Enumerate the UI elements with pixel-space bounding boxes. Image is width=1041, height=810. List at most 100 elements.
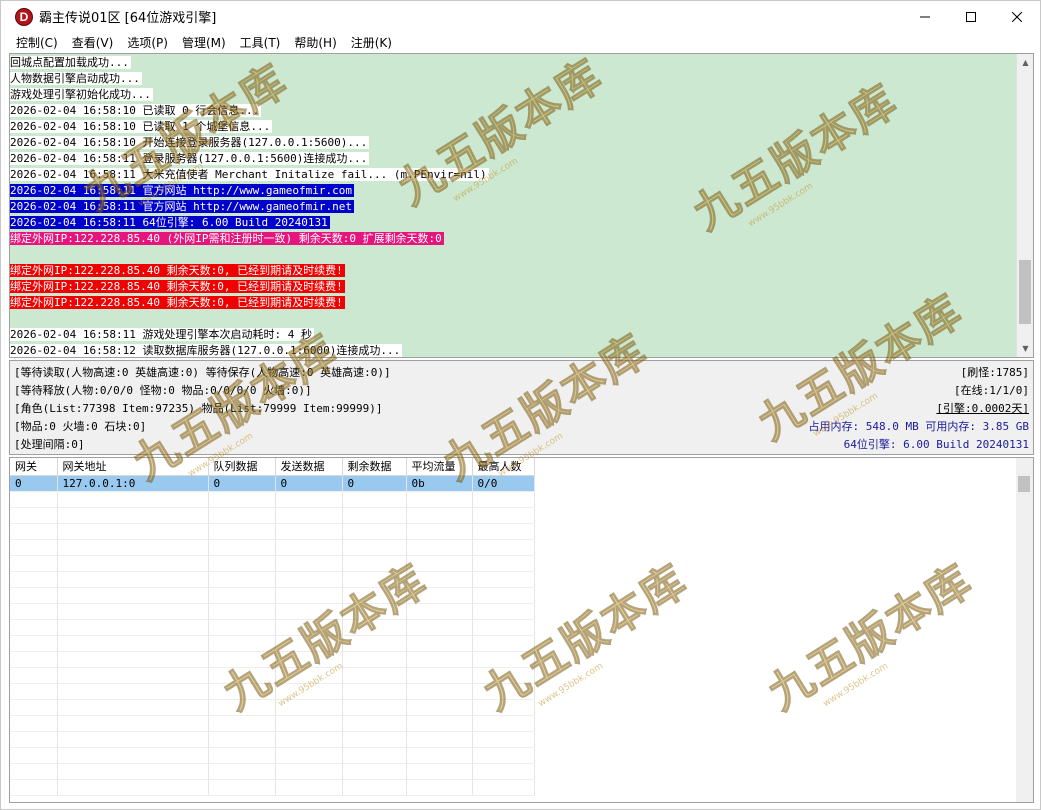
log-line: 2026-02-04 16:58:12 读取数据库服务器(127.0.0.1:6… [10, 343, 1016, 357]
empty-cell [342, 763, 407, 780]
log-line-text: 2026-02-04 16:58:11 官方网站 http://www.game… [10, 200, 355, 213]
table-scrollbar[interactable] [1016, 458, 1033, 802]
menu-tools[interactable]: 工具(T) [233, 34, 288, 51]
empty-row [10, 619, 535, 636]
empty-cell [342, 523, 407, 540]
empty-cell [342, 683, 407, 700]
empty-cell [10, 779, 58, 796]
empty-cell [275, 539, 343, 556]
empty-cell [57, 683, 209, 700]
empty-row [10, 731, 535, 748]
column-header[interactable]: 最高人数 [472, 458, 535, 476]
menu-control[interactable]: 控制(C) [9, 34, 65, 51]
empty-cell [57, 507, 209, 524]
scroll-up-icon[interactable]: ▲ [1017, 54, 1033, 71]
status-objects: [角色(List:77398 Item:97235) 物品(List:79999… [14, 402, 383, 415]
table-cell: 0/0 [472, 475, 535, 492]
log-panel[interactable]: 回城点配置加载成功... 人物数据引擎启动成功... 游戏处理引擎初始化成功... 2… [9, 53, 1034, 358]
app-icon[interactable]: D [15, 7, 33, 26]
empty-cell [472, 571, 535, 588]
empty-cell [10, 555, 58, 572]
maximize-button[interactable] [948, 1, 994, 32]
empty-cell [342, 651, 407, 668]
empty-cell [57, 715, 209, 732]
log-line: 绑定外网IP:122.228.85.40 剩余天数:0, 已经到期请及时续费! [10, 263, 1016, 279]
empty-cell [208, 491, 276, 508]
log-scroll-thumb[interactable] [1019, 260, 1031, 324]
table-scroll-thumb[interactable] [1018, 476, 1030, 492]
log-line-text: 2026-02-04 16:58:10 已读取 0 行会信息... [10, 104, 262, 117]
empty-row [10, 683, 535, 700]
empty-cell [406, 683, 473, 700]
column-header[interactable]: 网关 [10, 458, 58, 476]
empty-cell [57, 555, 209, 572]
menu-help[interactable]: 帮助(H) [287, 34, 343, 51]
log-line: 2026-02-04 16:58:11 大米充值使者 Merchant Init… [10, 167, 1016, 183]
log-line-text: 2026-02-04 16:58:11 64位引擎: 6.00 Build 20… [10, 216, 330, 229]
log-line: 2026-02-04 16:58:11 64位引擎: 6.00 Build 20… [10, 215, 1016, 231]
empty-cell [10, 763, 58, 780]
empty-cell [406, 619, 473, 636]
empty-cell [342, 747, 407, 764]
empty-cell [57, 523, 209, 540]
menu-register[interactable]: 注册(K) [344, 34, 399, 51]
log-line: 2026-02-04 16:58:11 官方网站 http://www.game… [10, 183, 1016, 199]
empty-cell [10, 683, 58, 700]
column-header[interactable]: 发送数据 [275, 458, 343, 476]
empty-cell [342, 667, 407, 684]
empty-cell [275, 763, 343, 780]
table-row[interactable]: 0 127.0.0.1:0 0 0 0 0b 0/0 [10, 475, 535, 492]
log-line: 回城点配置加载成功... [10, 55, 1016, 71]
empty-cell [57, 587, 209, 604]
menu-options[interactable]: 选项(P) [120, 34, 175, 51]
menu-view[interactable]: 查看(V) [65, 34, 121, 51]
empty-cell [10, 715, 58, 732]
empty-cell [10, 635, 58, 652]
column-header[interactable]: 队列数据 [208, 458, 276, 476]
empty-cell [275, 571, 343, 588]
empty-cell [10, 507, 58, 524]
log-line: 2026-02-04 16:58:11 游戏处理引擎本次启动耗时: 4 秒 [10, 327, 1016, 343]
empty-cell [472, 683, 535, 700]
status-items: [物品:0 火墙:0 石块:0] [14, 420, 147, 433]
minimize-button[interactable] [902, 1, 948, 32]
log-line [10, 247, 1016, 263]
column-header[interactable]: 网关地址 [57, 458, 209, 476]
close-button[interactable] [994, 1, 1040, 32]
empty-cell [208, 587, 276, 604]
status-online: [在线:1/1/0] [954, 384, 1029, 397]
empty-row [10, 667, 535, 684]
log-line: 游戏处理引擎初始化成功... [10, 87, 1016, 103]
empty-row [10, 779, 535, 796]
empty-cell [275, 731, 343, 748]
empty-cell [208, 747, 276, 764]
window-title: 霸主传说01区 [64位游戏引擎] [39, 11, 217, 26]
table-cell: 0 [275, 475, 343, 492]
empty-cell [275, 667, 343, 684]
empty-cell [275, 715, 343, 732]
empty-cell [406, 555, 473, 572]
status-right: [刷怪:1785] [在线:1/1/0] [引擎:0.0002天] 占用内存: … [809, 364, 1029, 454]
empty-row [10, 571, 535, 588]
column-header[interactable]: 平均流量 [406, 458, 473, 476]
empty-row [10, 587, 535, 604]
empty-cell [472, 491, 535, 508]
empty-cell [208, 571, 276, 588]
scroll-down-icon[interactable]: ▼ [1017, 340, 1033, 357]
log-lines: 回城点配置加载成功... 人物数据引擎启动成功... 游戏处理引擎初始化成功... 2… [10, 55, 1016, 357]
log-line-text: 2026-02-04 16:58:11 登录服务器(127.0.0.1:5600… [10, 152, 370, 165]
status-left: [等待读取(人物高速:0 英雄高速:0) 等待保存(人物高速:0 英雄高速:0)… [14, 364, 391, 454]
log-scrollbar[interactable]: ▲ ▼ [1016, 54, 1033, 357]
empty-cell [275, 603, 343, 620]
empty-cell [10, 619, 58, 636]
status-version: 64位引擎: 6.00 Build 20240131 [843, 438, 1029, 451]
menu-manage[interactable]: 管理(M) [175, 34, 233, 51]
empty-cell [57, 731, 209, 748]
empty-cell [406, 699, 473, 716]
status-panel: [等待读取(人物高速:0 英雄高速:0) 等待保存(人物高速:0 英雄高速:0)… [9, 360, 1034, 455]
title-bar[interactable]: D 霸主传说01区 [64位游戏引擎] [1, 1, 1040, 32]
column-header[interactable]: 剩余数据 [342, 458, 407, 476]
log-line-text: 2026-02-04 16:58:11 官方网站 http://www.game… [10, 184, 355, 197]
empty-cell [10, 731, 58, 748]
log-line-text: 绑定外网IP:122.228.85.40 剩余天数:0, 已经到期请及时续费! [10, 280, 345, 293]
